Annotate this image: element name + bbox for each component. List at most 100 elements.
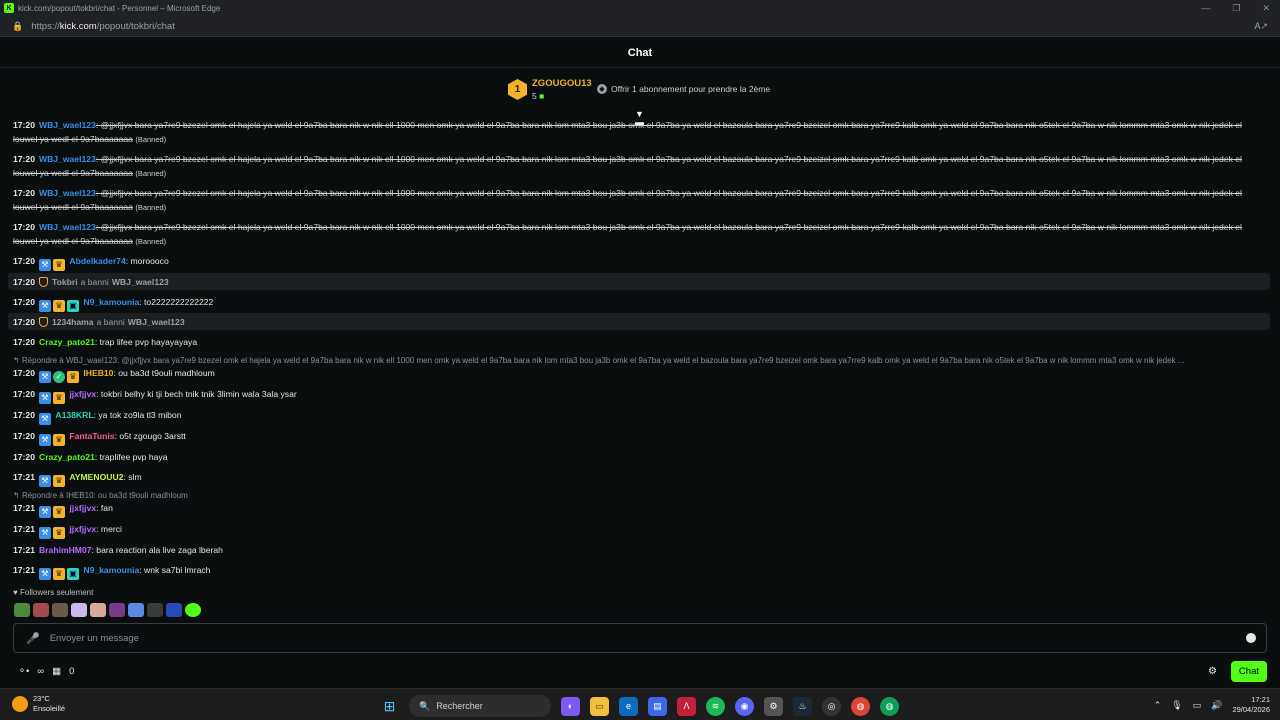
crown-badge-icon: ♛ xyxy=(52,434,65,446)
chat-message[interactable]: 17:21 ⚒ ♛ jjxfjjvx: merci xyxy=(8,522,1270,539)
weather-widget[interactable]: 23°C Ensoleillé xyxy=(12,694,65,714)
message-input[interactable] xyxy=(49,632,1246,644)
clock[interactable]: 17:21 29/04/2026 xyxy=(1232,695,1270,715)
chat-message[interactable]: 17:20 ⚒ ♛ jjxfjjvx: tokbri belhy ki tji be… xyxy=(8,387,1270,404)
message-username[interactable]: N9_kamounia xyxy=(83,297,139,307)
chat-message[interactable]: 17:20 WBJ_wael123: @jjxfjjvx bara ya7re9 … xyxy=(8,186,1270,215)
restore-icon[interactable]: ❐ xyxy=(1232,3,1240,14)
message-time: 17:20 xyxy=(13,410,35,420)
message-username[interactable]: Crazy_pato21 xyxy=(39,452,95,462)
settings-icon[interactable]: ⚙ xyxy=(764,696,783,716)
chat-message[interactable]: 17:20 WBJ_wael123: @jjxfjjvx bara ya7re9 … xyxy=(8,220,1270,249)
message-username[interactable]: IHEB10 xyxy=(83,368,113,378)
lock-icon[interactable]: 🔒 xyxy=(12,21,23,32)
microphone-icon[interactable]: 🎤 xyxy=(26,632,40,645)
tray-chevron-icon[interactable]: ⌃ xyxy=(1154,700,1162,711)
moderator-name[interactable]: Tokbri xyxy=(52,275,78,289)
banned-user[interactable]: WBJ_wael123 xyxy=(128,315,185,329)
message-username[interactable]: jjxfjjvx xyxy=(69,524,96,534)
app-circle-icon[interactable]: ◎ xyxy=(822,696,841,716)
send-chat-button[interactable]: Chat xyxy=(1230,660,1267,682)
chat-message[interactable]: 17:20 Crazy_pato21: traplifee pvp haya xyxy=(8,450,1270,464)
message-text: : ou ba3d t9ouli madhloum xyxy=(113,368,215,378)
message-username[interactable]: jjxfjjvx xyxy=(69,503,96,513)
copilot-icon[interactable]: ◐ xyxy=(561,696,580,716)
message-username[interactable]: AYMENOUU2 xyxy=(69,472,123,482)
message-text: @jjxfjjvx bara ya7re9 bzezel omk el haje… xyxy=(13,154,1242,178)
emote-frog-icon[interactable] xyxy=(14,603,30,617)
message-time: 17:20 xyxy=(13,276,35,287)
close-icon[interactable]: ✕ xyxy=(1262,3,1270,14)
store-icon[interactable]: ▤ xyxy=(648,696,667,716)
chat-message[interactable]: 17:20 WBJ_wael123: @jjxfjjvx bara ya7re9 … xyxy=(8,118,1270,147)
message-input-box[interactable]: 🎤 xyxy=(13,623,1267,653)
reply-context[interactable]: ↰ Répondre à IHEB10: ou ba3d t9ouli madh… xyxy=(8,491,1270,500)
address-bar[interactable]: 🔒 https://kick.com/popout/tokbri/chat A↗ xyxy=(0,16,1280,37)
emote-wing-icon[interactable] xyxy=(128,603,144,617)
chat-message[interactable]: 17:21 BrahimHM07: bara reaction ala live … xyxy=(8,543,1270,557)
emote-face-icon[interactable] xyxy=(33,603,49,617)
emote-text-icon[interactable] xyxy=(109,603,125,617)
message-username[interactable]: BrahimHM07 xyxy=(39,545,92,555)
og-badge-icon: ⚒ xyxy=(38,475,51,487)
points-icon[interactable]: ▦ xyxy=(52,666,61,677)
emote-face-icon[interactable] xyxy=(52,603,68,617)
verified-badge-icon: ✓ xyxy=(52,371,65,383)
message-text: : moroooco xyxy=(125,256,169,266)
chat-message[interactable]: 17:20 ⚒ ♛ Abdelkader74: moroooco xyxy=(8,254,1270,271)
top-gifter[interactable]: 1 ZGOUGOU13 5 ■ xyxy=(508,78,592,101)
chat-message[interactable]: 17:21 ⚒ ♛ ▣ N9_kamounia: wnk sa7bi lmrach xyxy=(8,563,1270,580)
chat-message[interactable]: 17:20 ⚒ A138KRL: ya tok zo9la tl3 mibon xyxy=(8,408,1270,425)
read-aloud-icon[interactable]: A↗ xyxy=(1254,21,1268,32)
chat-message[interactable]: 17:20 WBJ_wael123: @jjxfjjvx bara ya7re9 … xyxy=(8,152,1270,181)
emote-face-icon[interactable] xyxy=(90,603,106,617)
spotify-icon[interactable]: ≋ xyxy=(706,696,725,716)
emoji-picker-icon[interactable] xyxy=(1246,633,1256,643)
share-icon[interactable]: ⚬• xyxy=(18,666,29,677)
gift-subscription-button[interactable]: ◆ Offrir 1 abonnement pour prendre la 2è… xyxy=(597,84,770,94)
message-username[interactable]: WBJ_wael123 xyxy=(39,154,96,164)
settings-gear-icon[interactable]: ⚙ xyxy=(1208,666,1217,677)
message-username[interactable]: jjxfjjvx xyxy=(69,389,96,399)
reply-context[interactable]: ↰ Répondre à WBJ_wael123: @jjxfjjvx bara… xyxy=(8,356,1270,365)
chat-message[interactable]: 17:20 ⚒ ✓ ♛ IHEB10: ou ba3d t9ouli madhloum xyxy=(8,366,1270,383)
minimize-icon[interactable]: — xyxy=(1201,3,1210,13)
chrome-icon[interactable]: ◍ xyxy=(851,696,870,716)
windows-taskbar: 23°C Ensoleillé ⊞ 🔍 Rechercher ◐ ▭ e ▤ Λ … xyxy=(0,688,1280,720)
message-username[interactable]: Abdelkader74 xyxy=(69,256,125,266)
message-username[interactable]: WBJ_wael123 xyxy=(39,222,96,232)
steam-icon[interactable]: ♨ xyxy=(793,696,812,716)
start-windows-icon[interactable]: ⊞ xyxy=(380,697,399,716)
emote-kick-icon[interactable] xyxy=(185,603,201,617)
chat-message[interactable]: 17:21 ⚒ ♛ AYMENOUU2: slm xyxy=(8,470,1270,487)
moderator-name[interactable]: 1234hama xyxy=(52,315,94,329)
file-explorer-icon[interactable]: ▭ xyxy=(590,696,609,716)
url-text[interactable]: https://kick.com/popout/tokbri/chat xyxy=(31,21,175,32)
banned-user[interactable]: WBJ_wael123 xyxy=(112,275,169,289)
emote-helmet-icon[interactable] xyxy=(166,603,182,617)
message-username[interactable]: Crazy_pato21 xyxy=(39,337,95,347)
chat-message[interactable]: 17:20 ⚒ ♛ FantaTunis: o5t zgougo 3arstt xyxy=(8,429,1270,446)
discord-icon[interactable]: ◉ xyxy=(735,696,754,716)
volume-icon[interactable]: 🔊 xyxy=(1211,700,1222,711)
taskbar-search[interactable]: 🔍 Rechercher xyxy=(409,695,551,717)
chat-message[interactable]: 17:20 ⚒ ♛ ▣ N9_kamounia: to2222222222222 xyxy=(8,295,1270,312)
message-time: 17:21 xyxy=(13,524,35,534)
message-username[interactable]: FantaTunis xyxy=(69,431,114,441)
message-username[interactable]: WBJ_wael123 xyxy=(39,120,96,130)
edge-browser-icon[interactable]: e xyxy=(619,696,638,716)
chat-messages[interactable]: 17:20 WBJ_wael123: @jjxfjjvx bara ya7re9 … xyxy=(0,116,1272,586)
app-red-icon[interactable]: Λ xyxy=(677,696,696,716)
system-ban-notice: 17:20 Tokbri a banni WBJ_wael123 xyxy=(8,273,1270,290)
chat-message[interactable]: 17:21 ⚒ ♛ jjxfjjvx: fan xyxy=(8,501,1270,518)
microphone-tray-icon[interactable]: 🎙 xyxy=(1171,700,1182,711)
chrome-profile-icon[interactable]: ◍ xyxy=(880,696,899,716)
message-username[interactable]: N9_kamounia xyxy=(83,565,139,575)
emote-dots-icon[interactable] xyxy=(147,603,163,617)
emote-cat-icon[interactable] xyxy=(71,603,87,617)
network-icon[interactable]: ▭ xyxy=(1193,700,1202,711)
chat-message[interactable]: 17:20 Crazy_pato21: trap lifee pvp hayaya… xyxy=(8,335,1270,349)
url-path: /popout/tokbri/chat xyxy=(96,20,175,32)
message-username[interactable]: WBJ_wael123 xyxy=(39,188,96,198)
message-username[interactable]: A138KRL xyxy=(55,410,93,420)
